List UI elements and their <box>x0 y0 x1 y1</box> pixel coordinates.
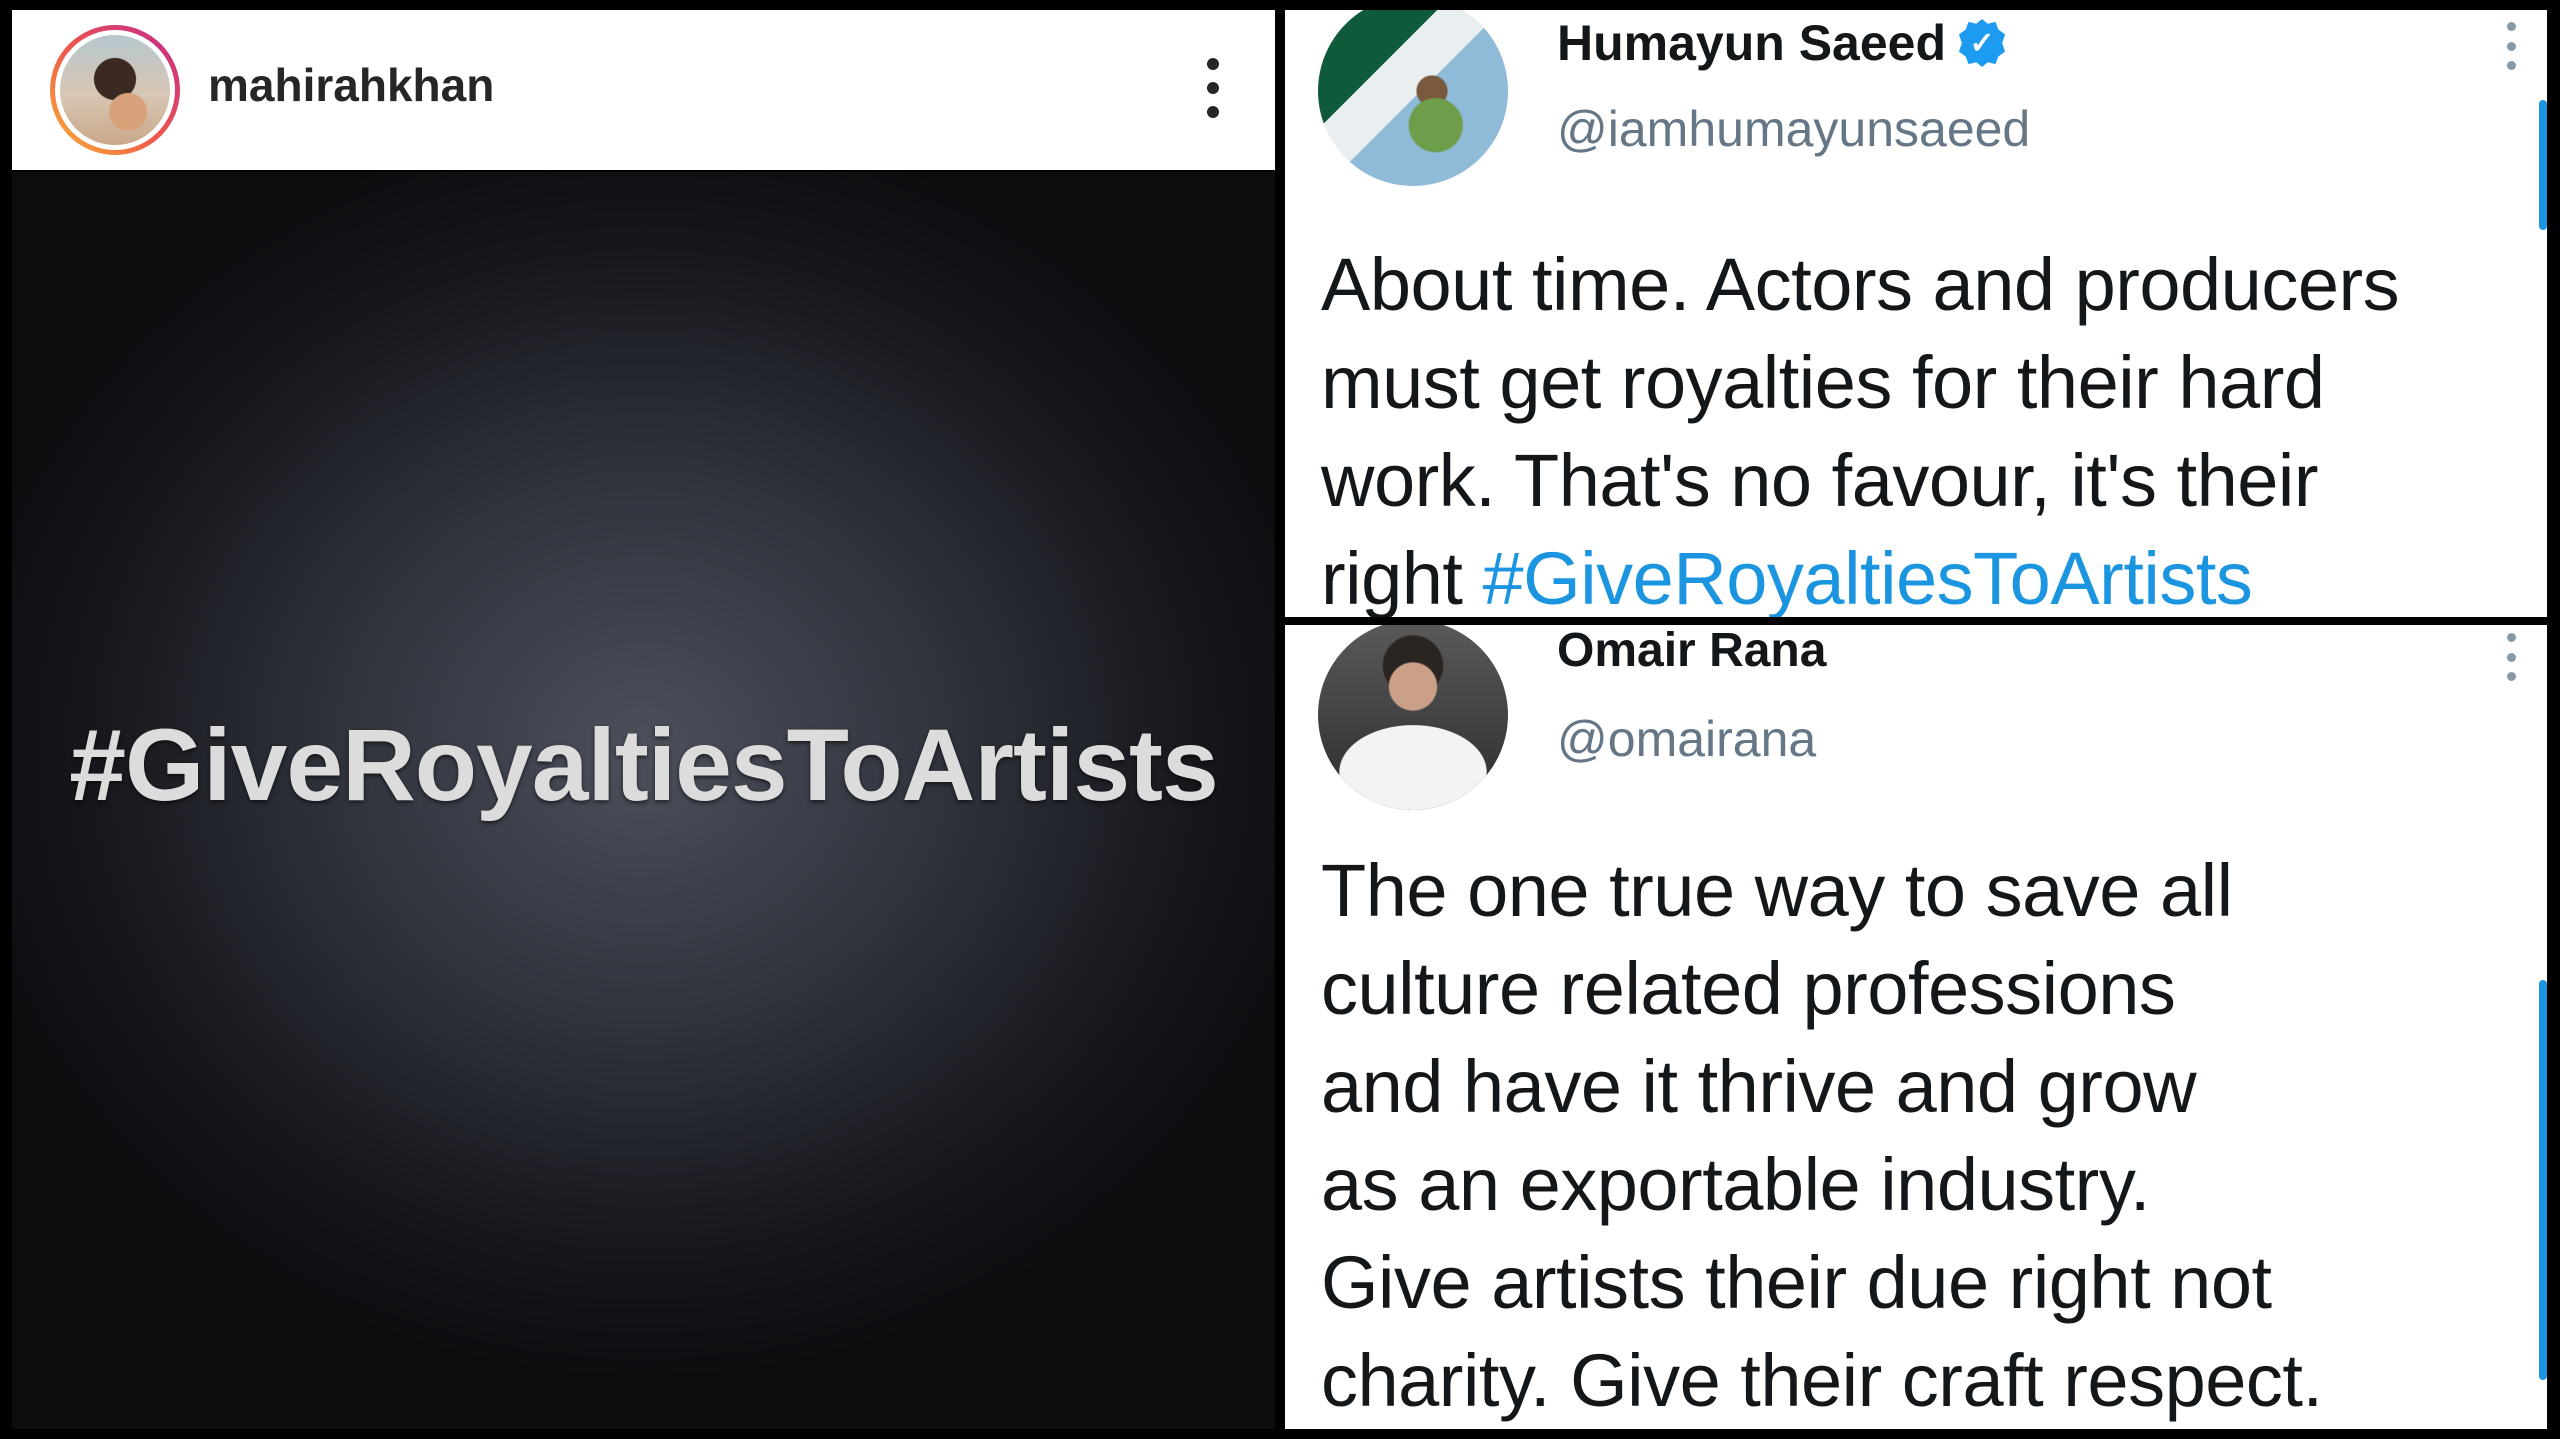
tweet-text-line: About time. Actors and producers <box>1321 243 2400 326</box>
tweet-author-name[interactable]: Omair Rana <box>1557 625 1826 678</box>
more-vertical-icon[interactable] <box>1203 58 1223 118</box>
tweet-text-line: culture related professions <box>1321 947 2176 1030</box>
tweet-text-line: right #GiveRoyaltiesToArtists <box>1321 530 2527 617</box>
avatar[interactable] <box>1318 10 1508 186</box>
tweet-text-line: as an exportable industry. <box>1321 1143 2150 1226</box>
scrollbar[interactable] <box>2539 100 2547 230</box>
tweet-text-line: The one true way to save all <box>1321 849 2233 932</box>
scrollbar[interactable] <box>2539 980 2547 1380</box>
avatar-image <box>1318 10 1508 186</box>
author-name-text: Omair Rana <box>1557 625 1827 677</box>
tweet-text-line: Give artists their due right not <box>1321 1241 2272 1324</box>
more-vertical-icon[interactable] <box>2505 633 2517 681</box>
tweet-author-name[interactable]: Humayun Saeed ✓ <box>1557 14 2006 72</box>
avatar[interactable] <box>1318 625 1508 810</box>
author-name-text: Humayun Saeed <box>1557 15 1947 71</box>
tweet-text-line: must get royalties for their hard <box>1321 341 2325 424</box>
instagram-username[interactable]: mahirahkhan <box>208 58 494 112</box>
tweet-text-line: and have it thrive and grow <box>1321 1045 2197 1128</box>
tweet-humayun-saeed: Humayun Saeed ✓ @iamhumayunsaeed About t… <box>1285 10 2547 617</box>
tweet-text: About time. Actors and producers must ge… <box>1321 236 2527 617</box>
profile-avatar[interactable] <box>50 25 180 155</box>
instagram-post-header: mahirahkhan <box>12 10 1275 170</box>
tweet-text-fragment: right <box>1321 537 1483 617</box>
tweet-author-handle[interactable]: @iamhumayunsaeed <box>1557 100 2030 158</box>
hashtag-link[interactable]: #GiveRoyaltiesToArtists <box>1483 537 2253 617</box>
post-image: #GiveRoyaltiesToArtists <box>12 172 1275 1429</box>
tweet-text: The one true way to save all culture rel… <box>1321 842 2527 1429</box>
instagram-post: mahirahkhan #GiveRoyaltiesToArtists <box>12 10 1275 1429</box>
tweet-text-line: work. That's no favour, it's their <box>1321 439 2319 522</box>
avatar-image <box>1318 625 1508 810</box>
more-vertical-icon[interactable] <box>2505 22 2517 70</box>
tweet-author-handle[interactable]: @omairana <box>1557 710 1816 768</box>
tweet-omair-rana: Omair Rana @omairana The one true way to… <box>1285 625 2547 1429</box>
post-hashtag-text: #GiveRoyaltiesToArtists <box>69 708 1219 822</box>
avatar-image <box>60 35 170 145</box>
verified-badge-icon: ✓ <box>1958 19 2006 67</box>
tweet-text-line: charity. Give their craft respect. <box>1321 1339 2323 1422</box>
